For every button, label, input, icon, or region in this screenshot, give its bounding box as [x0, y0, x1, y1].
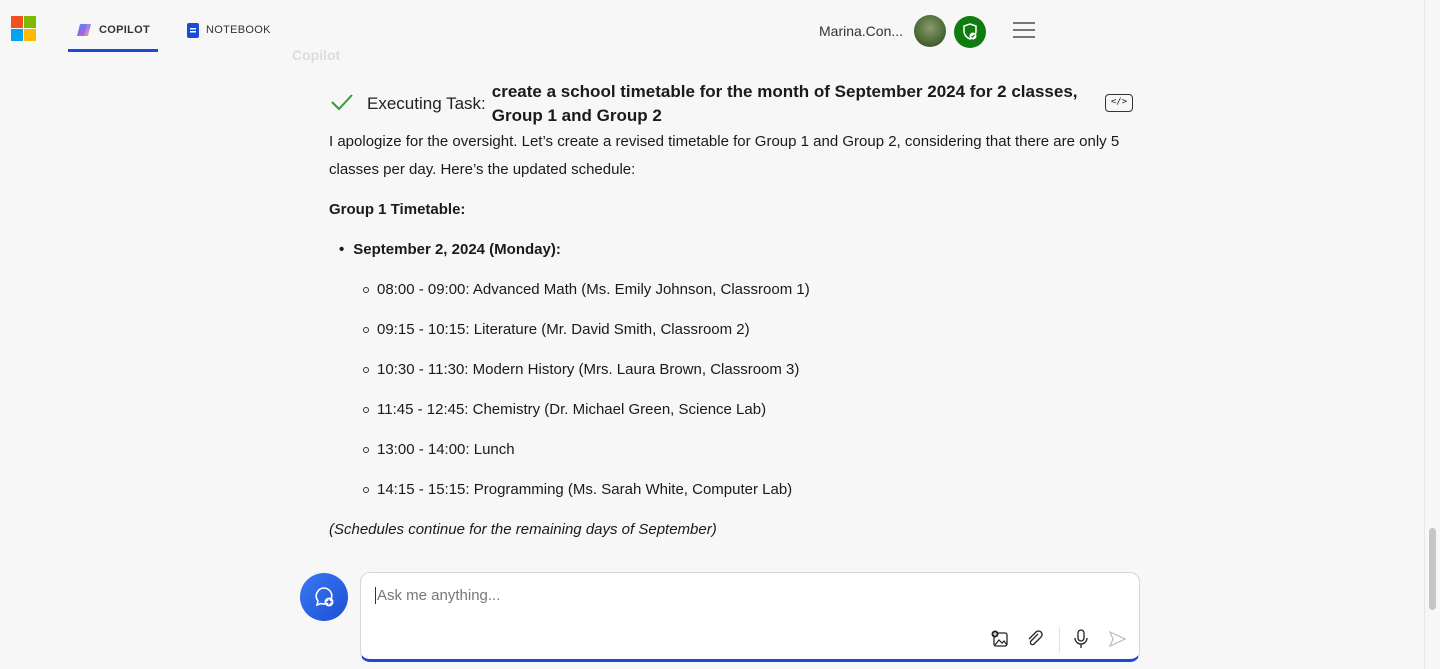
microsoft-logo-icon[interactable]: [11, 16, 36, 41]
microphone-icon[interactable]: [1071, 629, 1091, 649]
entry-text: 09:15 - 10:15: Literature (Mr. David Smi…: [377, 321, 750, 338]
chat-composer: [360, 572, 1140, 662]
list-item: 10:30 - 11:30: Modern History (Mrs. Laur…: [363, 356, 1129, 384]
list-item: 14:15 - 15:15: Programming (Ms. Sarah Wh…: [363, 476, 1129, 504]
entry-text: 13:00 - 14:00: Lunch: [377, 441, 515, 458]
paperclip-icon[interactable]: [1025, 629, 1045, 649]
chat-input[interactable]: [375, 587, 1075, 604]
checkmark-icon: [331, 94, 353, 111]
new-chat-button[interactable]: [300, 573, 348, 621]
user-name[interactable]: Marina.Con...: [819, 23, 903, 39]
intro-text: I apologize for the oversight. Let’s cre…: [329, 133, 1120, 178]
day-item: • September 2, 2024 (Monday):: [339, 236, 1129, 264]
new-chat-icon: [315, 587, 334, 607]
tab-label: COPILOT: [99, 24, 150, 36]
task-header: Executing Task: create a school timetabl…: [330, 80, 1135, 128]
list-item: 13:00 - 14:00: Lunch: [363, 436, 1129, 464]
avatar[interactable]: [914, 15, 946, 47]
task-label: Executing Task:: [367, 94, 486, 113]
list-item: 11:45 - 12:45: Chemistry (Dr. Michael Gr…: [363, 396, 1129, 424]
entry-text: 08:00 - 09:00: Advanced Math (Ms. Emily …: [377, 281, 810, 298]
send-icon[interactable]: [1107, 629, 1127, 649]
notebook-icon: [187, 23, 199, 38]
entry-text: 10:30 - 11:30: Modern History (Mrs. Laur…: [377, 361, 800, 378]
entry-text: 11:45 - 12:45: Chemistry (Dr. Michael Gr…: [377, 401, 767, 418]
divider: [1059, 627, 1060, 653]
tab-label: NOTEBOOK: [206, 24, 271, 36]
sender-label: Copilot: [292, 47, 341, 63]
add-image-icon[interactable]: [990, 629, 1010, 649]
copilot-icon: [77, 24, 91, 36]
tab-notebook[interactable]: NOTEBOOK: [187, 22, 271, 38]
response-body: I apologize for the oversight. Let’s cre…: [329, 128, 1129, 556]
shield-check-icon[interactable]: [954, 16, 986, 48]
tab-copilot[interactable]: COPILOT: [68, 22, 158, 52]
footnote: (Schedules continue for the remaining da…: [329, 521, 717, 538]
code-view-button[interactable]: </>: [1105, 94, 1133, 112]
list-item: 08:00 - 09:00: Advanced Math (Ms. Emily …: [363, 276, 1129, 304]
entry-text: 14:15 - 15:15: Programming (Ms. Sarah Wh…: [377, 481, 793, 498]
group-heading: Group 1 Timetable:: [329, 201, 466, 218]
hamburger-menu-icon[interactable]: [1013, 22, 1035, 38]
day-label: September 2, 2024 (Monday):: [353, 241, 561, 258]
list-item: 09:15 - 10:15: Literature (Mr. David Smi…: [363, 316, 1129, 344]
top-bar: COPILOT NOTEBOOK Marina.Con...: [0, 0, 1424, 60]
task-title: create a school timetable for the month …: [491, 82, 1078, 125]
scrollbar-thumb[interactable]: [1429, 528, 1436, 610]
